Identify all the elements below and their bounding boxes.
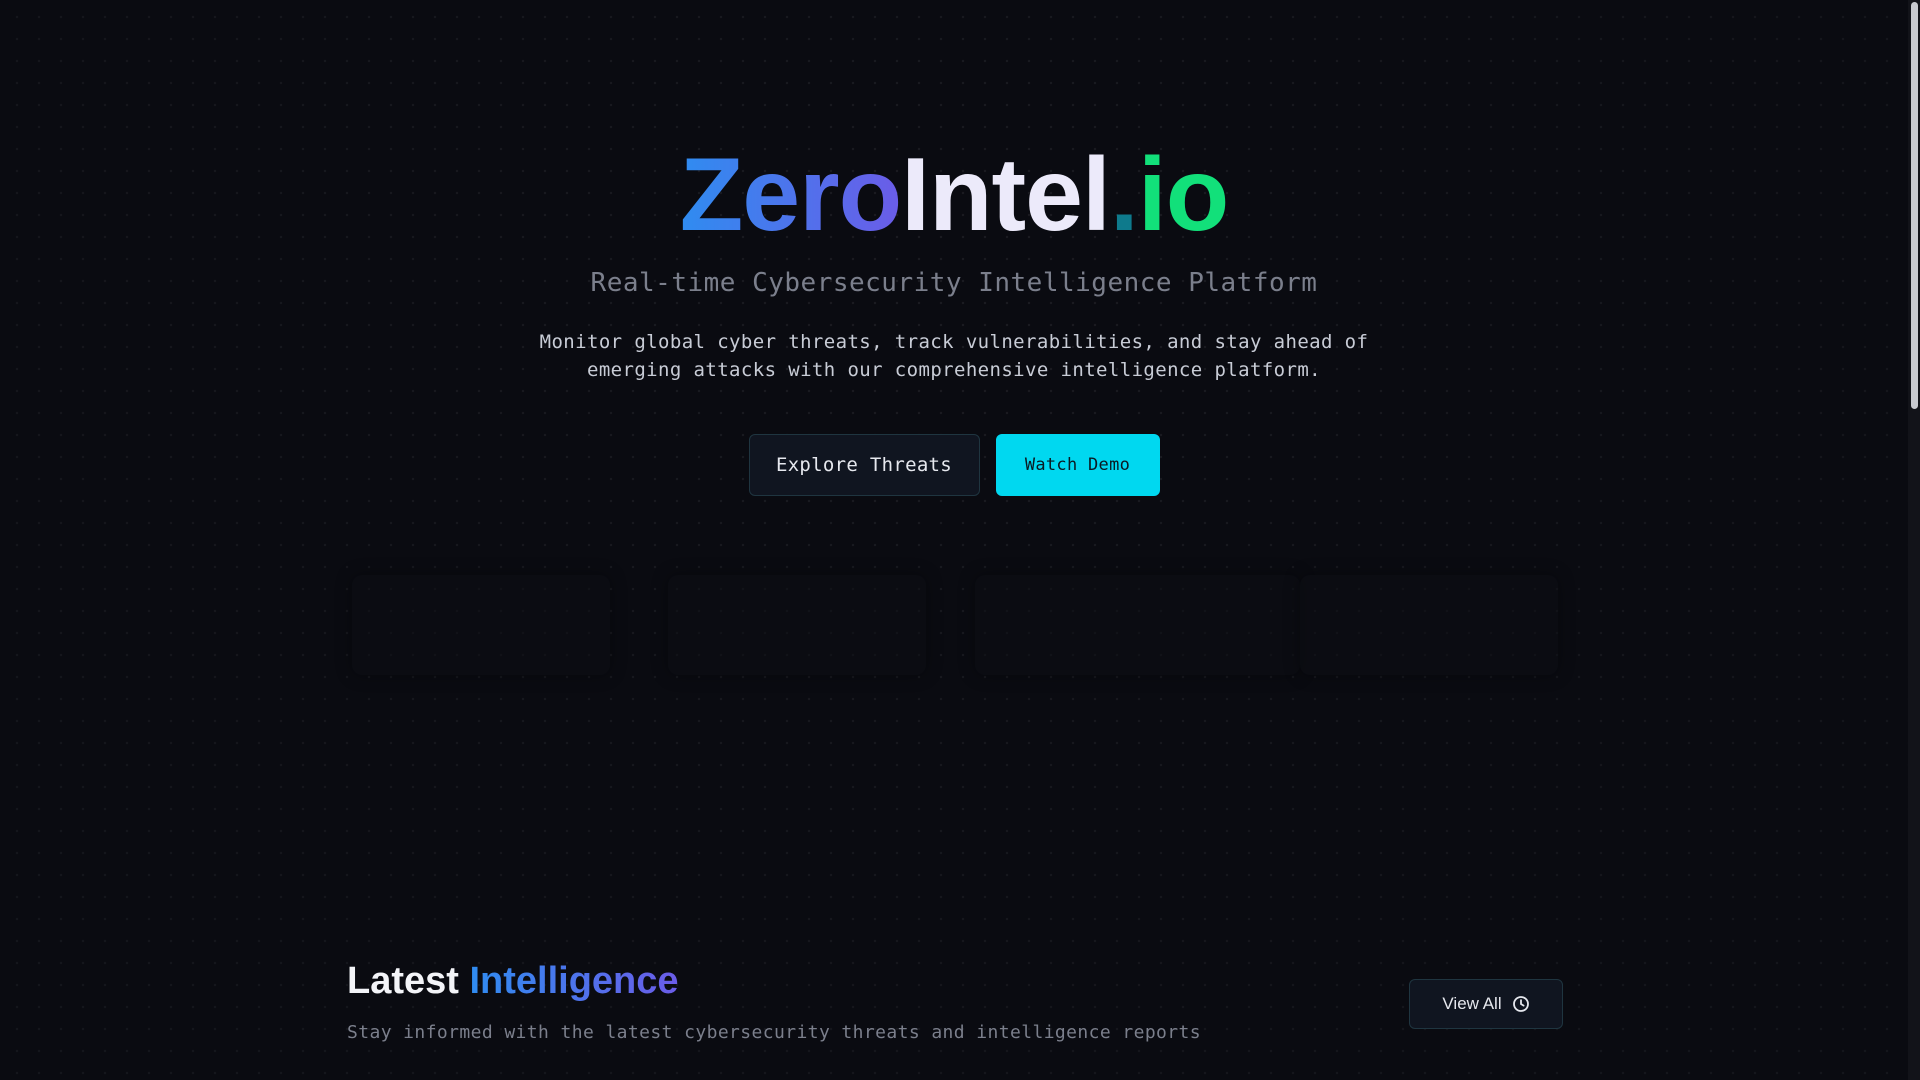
brand-dot: .	[1109, 137, 1139, 253]
hero-actions: Explore Threats Watch Demo	[0, 434, 1908, 497]
page: ZeroIntel.io Real-time Cybersecurity Int…	[0, 0, 1920, 1080]
scrollbar-thumb[interactable]	[1911, 2, 1918, 409]
latest-intelligence-section: Latest Intelligence Stay informed with t…	[347, 958, 1201, 1043]
hero-tagline: Real-time Cybersecurity Intelligence Pla…	[590, 268, 1318, 299]
brand-intel: Intel	[901, 137, 1111, 253]
stats-cards	[350, 575, 1558, 675]
watch-demo-button[interactable]: Watch Demo	[995, 434, 1160, 497]
stat-card	[352, 575, 610, 675]
stat-card	[668, 575, 926, 675]
section-title-accent: Intelligence	[469, 960, 679, 1002]
hero-section: ZeroIntel.io Real-time Cybersecurity Int…	[0, 137, 1908, 497]
view-all-button[interactable]: View All	[1409, 979, 1563, 1029]
brand-io: io	[1137, 137, 1229, 253]
brand-zero: Zero	[679, 137, 902, 253]
explore-threats-button[interactable]: Explore Threats	[748, 434, 980, 497]
page-scrollbar[interactable]	[1908, 0, 1920, 1080]
section-subtitle: Stay informed with the latest cybersecur…	[347, 1022, 1202, 1043]
brand-logo: ZeroIntel.io	[679, 137, 1230, 253]
clock-icon	[1512, 995, 1530, 1013]
hero-description: Monitor global cyber threats, track vuln…	[539, 331, 1369, 382]
main-content: ZeroIntel.io Real-time Cybersecurity Int…	[0, 0, 1908, 1080]
section-title: Latest Intelligence	[347, 958, 1201, 1004]
view-all-label: View All	[1442, 994, 1502, 1013]
stat-card	[1300, 575, 1558, 675]
section-title-plain: Latest	[347, 960, 459, 1002]
stat-card	[975, 575, 1300, 675]
